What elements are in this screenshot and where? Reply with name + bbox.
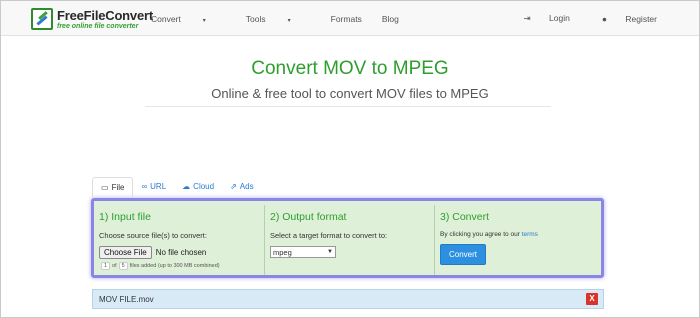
chevron-down-icon: ▼	[327, 249, 333, 255]
nav-tools[interactable]: Tools ▾	[246, 14, 311, 24]
output-heading: 2) Output format	[270, 211, 347, 223]
external-link-icon: ⇗	[230, 182, 237, 191]
tab-cloud[interactable]: ☁ Cloud	[174, 177, 222, 197]
page-title: Convert MOV to MPEG	[251, 58, 449, 79]
logo-icon	[31, 8, 53, 30]
input-heading: 1) Input file	[99, 211, 151, 223]
caret-down-icon: ▾	[202, 17, 206, 24]
convert-heading: 3) Convert	[440, 211, 490, 223]
converter-panel: 1) Input file Choose source file(s) to c…	[91, 198, 604, 278]
tab-url[interactable]: ∞ URL	[133, 177, 174, 197]
section-divider	[264, 205, 265, 275]
divider	[145, 106, 551, 107]
login-link[interactable]: ⇥ Login	[508, 13, 570, 24]
navbar: FreeFileConvert free online file convert…	[1, 1, 699, 36]
format-select[interactable]: mpeg ▼	[270, 246, 336, 258]
section-divider	[434, 205, 435, 275]
brand-name: FreeFileConvert	[57, 7, 153, 23]
brand-tagline: free online file converter	[57, 22, 139, 30]
convert-section: 3) Convert By clicking you agree to our …	[440, 207, 602, 273]
monitor-icon: ▭	[101, 183, 109, 192]
input-label: Choose source file(s) to convert:	[99, 231, 207, 240]
input-tabs: ▭ File ∞ URL ☁ Cloud ⇗ Ads	[92, 177, 262, 197]
user-icon: ●	[601, 13, 607, 24]
nav-convert[interactable]: Convert ▾	[151, 14, 226, 24]
file-status: No file chosen	[155, 248, 207, 257]
choose-file-button[interactable]: Choose File	[99, 246, 152, 259]
nav-right: ⇥ Login ● Register	[492, 1, 657, 36]
nav-blog[interactable]: Blog	[382, 14, 399, 24]
caret-down-icon: ▾	[287, 17, 291, 24]
files-count: 1	[101, 262, 111, 270]
output-label: Select a target format to convert to:	[270, 231, 388, 240]
nav-formats[interactable]: Formats	[331, 14, 362, 24]
link-icon: ∞	[141, 182, 148, 191]
cloud-icon: ☁	[182, 182, 191, 191]
input-file-section: 1) Input file Choose source file(s) to c…	[99, 207, 261, 273]
register-link[interactable]: ● Register	[586, 14, 657, 24]
tab-file[interactable]: ▭ File	[92, 177, 134, 197]
convert-button[interactable]: Convert	[440, 244, 487, 265]
files-max: 5	[118, 262, 128, 270]
page-subtitle: Online & free tool to convert MOV files …	[211, 86, 489, 101]
terms-text: By clicking you agree to our terms	[440, 231, 538, 238]
selected-file-bar: MOV FILE.mov X	[92, 289, 604, 309]
selected-file-name: MOV FILE.mov	[99, 295, 154, 304]
main-nav: Convert ▾ Tools ▾ Formats Blog	[151, 1, 419, 36]
files-added-info: 1 of 5 files added (up to 300 MB combine…	[99, 262, 261, 270]
tab-ads[interactable]: ⇗ Ads	[222, 177, 262, 197]
login-icon: ⇥	[523, 13, 531, 23]
output-format-section: 2) Output format Select a target format …	[270, 207, 432, 273]
terms-link[interactable]: terms	[522, 231, 538, 238]
remove-file-button[interactable]: X	[586, 293, 598, 305]
brand-logo-link[interactable]: FreeFileConvert free online file convert…	[31, 7, 153, 31]
